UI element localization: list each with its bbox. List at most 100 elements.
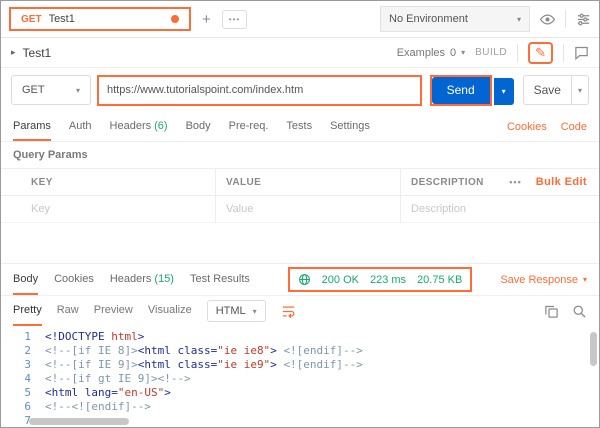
wrap-text-icon[interactable] [281,304,296,319]
save-response-label: Save Response [500,273,578,286]
column-header-description: DESCRIPTION ••• Bulk Edit [401,169,599,195]
top-tab-bar: GET Test1 + ••• No Environment ▾ [1,1,599,38]
vertical-scrollbar-thumb[interactable] [590,332,597,366]
response-tabs-row: Body Cookies Headers (15) Test Results 20… [1,263,599,296]
cookies-link[interactable]: Cookies [507,121,547,133]
environment-selector[interactable]: No Environment ▾ [380,6,530,32]
chevron-down-icon: ▾ [516,14,521,24]
params-table-row [1,196,599,223]
save-button-group: Save ▾ [522,75,589,105]
code-lines: 1 <!DOCTYPE html> 2 <!--[if IE 8]><html cla… [1,330,599,427]
view-tab-raw[interactable]: Raw [57,296,79,326]
tab-settings[interactable]: Settings [330,112,370,141]
status-size: 20.75 KB [417,273,463,286]
url-highlight-box [97,74,422,106]
key-input[interactable] [31,203,215,215]
send-options-caret[interactable]: ▾ [493,77,514,105]
edit-pencil-icon[interactable]: ✎ [528,41,553,64]
tab-headers-count: (6) [154,119,168,132]
save-options-caret[interactable]: ▾ [570,76,588,104]
save-button[interactable]: Save [524,83,571,97]
send-highlight-box: Send [429,74,492,106]
key-cell [1,196,216,222]
description-input[interactable] [411,203,599,215]
chevron-down-icon: ▾ [461,48,466,57]
description-cell [401,196,599,222]
copy-icon[interactable] [544,304,559,319]
value-input[interactable] [226,203,400,215]
line-number: 1 [24,330,31,343]
code-line: 6 <!--<![endif]--> [1,400,599,414]
line-number: 3 [24,358,31,371]
search-icon[interactable] [572,304,587,319]
environment-settings-sliders-icon[interactable] [576,12,591,27]
request-title-actions: Examples 0 ▾ BUILD ✎ [397,41,589,64]
method-selector[interactable]: GET ▾ [11,75,91,105]
tab-body[interactable]: Body [186,112,211,141]
topbar-right: No Environment ▾ [380,6,591,32]
line-number: 7 [24,414,31,427]
tab-pre-req[interactable]: Pre-req. [229,112,269,141]
request-tabs: Params Auth Headers (6) Body Pre-req. Tes… [1,112,599,142]
format-label: HTML [215,305,246,317]
code-text: <!--[if IE 8]><html class="ie ie8"> <![e… [45,344,363,357]
params-table-header: KEY VALUE DESCRIPTION ••• Bulk Edit [1,168,599,196]
chevron-down-icon: ▾ [252,306,257,316]
environment-quick-look-eye-icon[interactable] [540,12,555,27]
method-label: GET [22,84,45,96]
tab-headers[interactable]: Headers (6) [110,112,168,141]
code-line: 4 <!--[if gt IE 9]><!--> [1,372,599,386]
request-title: Test1 [22,45,52,60]
request-tab-test1[interactable]: GET Test1 [9,7,191,31]
status-highlight-box: 200 OK 223 ms 20.75 KB [287,267,473,292]
tab-options-button[interactable]: ••• [221,9,248,29]
new-tab-button[interactable]: + [191,11,222,28]
bulk-edit-link[interactable]: Bulk Edit [536,176,587,188]
code-text: <!DOCTYPE html> [45,330,145,343]
comments-icon[interactable] [574,45,589,60]
postman-window: GET Test1 + ••• No Environment ▾ ▸ Test1… [0,0,600,428]
request-tab-links: Cookies Code [507,112,587,141]
code-text: <!--[if gt IE 9]><!--> [45,372,191,385]
save-response-button[interactable]: Save Response ▾ [500,264,587,295]
tab-title: Test1 [48,13,75,25]
horizontal-scrollbar-thumb[interactable] [29,418,129,425]
code-text: <!--<![endif]--> [45,400,151,413]
unsaved-dot-icon [171,15,179,23]
tab-auth[interactable]: Auth [69,112,92,141]
examples-label: Examples [396,46,445,59]
examples-dropdown[interactable]: Examples 0 ▾ [397,47,465,59]
value-cell [216,196,401,222]
column-header-key: KEY [1,169,216,195]
response-tab-test-results[interactable]: Test Results [190,264,250,295]
response-tab-body[interactable]: Body [13,264,39,295]
format-selector[interactable]: HTML ▾ [206,300,266,322]
line-number: 2 [24,344,31,357]
line-number: 4 [24,372,31,385]
status-code: 200 OK [321,273,359,286]
view-tab-visualize[interactable]: Visualize [148,296,192,326]
collapse-arrow-icon[interactable]: ▸ [11,47,16,58]
request-title-row: ▸ Test1 Examples 0 ▾ BUILD ✎ [1,38,599,68]
view-tab-preview[interactable]: Preview [94,296,133,326]
code-link[interactable]: Code [561,121,587,133]
status-time: 223 ms [369,273,407,286]
response-toolbar: Pretty Raw Preview Visualize HTML ▾ [1,296,599,326]
tab-method-badge: GET [21,13,42,25]
tab-tests[interactable]: Tests [286,112,312,141]
code-text: <!--[if IE 9]><html class="ie ie9"> <![e… [45,358,363,371]
tab-headers-label: Headers [109,119,152,132]
view-tab-pretty[interactable]: Pretty [13,296,42,326]
line-number: 5 [24,386,31,399]
chevron-down-icon: ▾ [582,275,587,284]
more-options-icon[interactable]: ••• [509,177,521,187]
query-params-heading: Query Params [13,149,88,161]
url-input[interactable] [99,84,420,96]
tab-params[interactable]: Params [13,112,51,141]
code-line: 5 <html lang="en-US"> [1,386,599,400]
network-globe-icon [298,273,311,286]
response-tab-cookies[interactable]: Cookies [54,264,94,295]
response-tab-headers[interactable]: Headers (15) [110,264,174,295]
send-button[interactable]: Send [431,76,490,104]
